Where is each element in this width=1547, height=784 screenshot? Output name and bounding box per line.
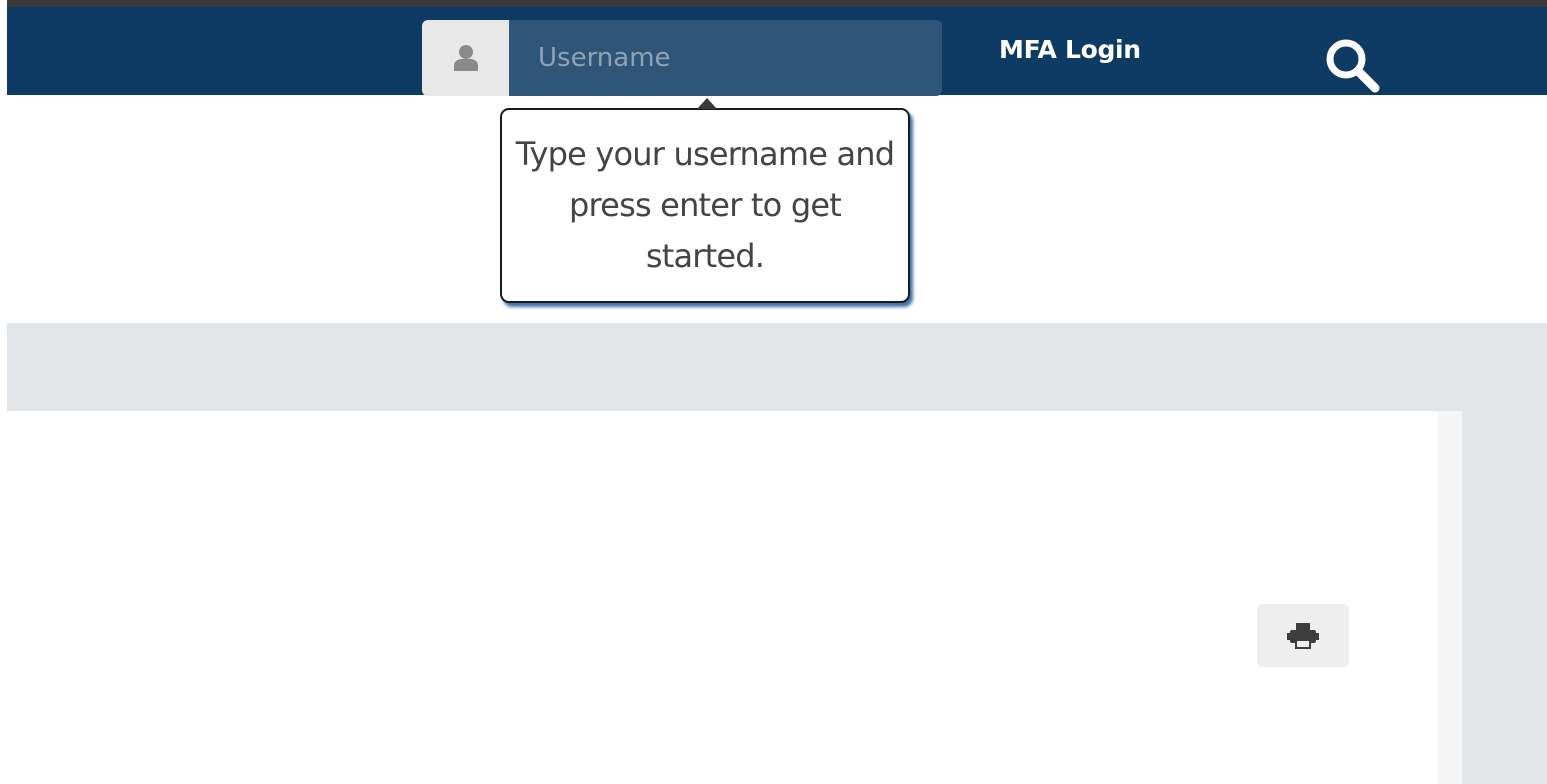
print-icon	[1287, 622, 1319, 649]
page: MFA Login Type your username and press e…	[0, 0, 1547, 784]
page-header-band	[7, 323, 1547, 411]
mfa-login-link[interactable]: MFA Login	[999, 35, 1141, 64]
content-panel	[7, 411, 1438, 784]
top-navbar: MFA Login	[7, 7, 1547, 98]
window-top-border	[0, 0, 1547, 7]
tooltip-text: Type your username and press enter to ge…	[515, 135, 895, 275]
username-input-group	[422, 20, 942, 96]
print-button[interactable]	[1257, 604, 1349, 667]
search-button[interactable]	[1320, 32, 1386, 98]
content-panel-edge	[1438, 411, 1462, 784]
username-input[interactable]	[509, 20, 942, 96]
search-icon	[1326, 39, 1380, 93]
username-tooltip: Type your username and press enter to ge…	[500, 108, 910, 303]
left-window-edge	[0, 0, 7, 784]
tooltip-arrow	[697, 98, 717, 109]
user-icon	[453, 45, 478, 71]
right-gutter	[1462, 411, 1547, 784]
username-addon	[422, 20, 509, 96]
